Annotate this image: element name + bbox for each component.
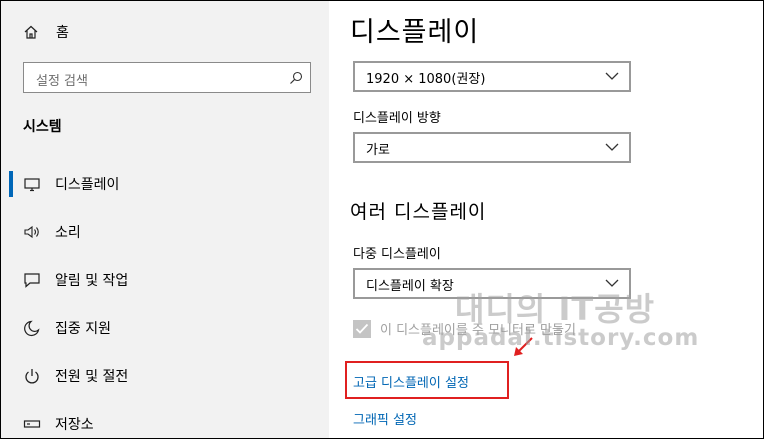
sidebar-item-storage[interactable]: 저장소 [1,403,329,443]
search-placeholder: 설정 검색 [36,74,88,89]
chevron-down-icon [605,143,619,151]
resolution-dropdown[interactable]: 1920 × 1080(권장) [353,61,631,92]
graphics-settings-link[interactable]: 그래픽 설정 [353,409,417,428]
orientation-dropdown[interactable]: 가로 [353,132,631,163]
sidebar-item-sound[interactable]: 소리 [1,211,329,251]
sidebar-item-focus-assist[interactable]: 집중 지원 [1,307,329,347]
page-title: 디스플레이 [350,17,480,48]
sidebar-item-notifications[interactable]: 알림 및 작업 [1,259,329,299]
highlight-box [345,361,509,399]
active-indicator [9,171,13,197]
sidebar-item-label: 디스플레이 [55,177,120,193]
checkmark-icon [355,323,369,334]
watermark-title: 대디의 IT공방 [455,290,656,328]
sidebar-item-label: 저장소 [55,417,94,433]
speaker-icon [24,225,39,239]
sidebar: 홈 설정 검색 시스템 디스플레이 소리 알림 및 작업 집중 지원 전원 및 … [1,1,329,438]
orientation-value: 가로 [366,143,390,158]
power-icon [25,369,39,384]
search-icon[interactable] [289,71,303,85]
sidebar-item-label: 알림 및 작업 [55,273,129,289]
monitor-icon [24,178,40,192]
watermark-url: appadal.tistory.com [422,325,700,351]
storage-icon [23,420,41,428]
multi-display-label: 다중 디스플레이 [353,247,441,262]
resolution-value: 1920 × 1080(권장) [366,72,486,87]
checkbox-box[interactable] [353,319,371,338]
orientation-label: 디스플레이 방향 [353,111,441,126]
home-label: 홈 [56,25,69,41]
section-title: 시스템 [23,119,62,135]
search-input[interactable]: 설정 검색 [23,62,311,93]
notification-icon [24,273,40,288]
multi-display-heading: 여러 디스플레이 [350,201,487,223]
sidebar-item-power[interactable]: 전원 및 절전 [1,355,329,395]
sidebar-item-label: 집중 지원 [55,321,111,337]
sidebar-item-label: 소리 [55,225,81,241]
multi-display-value: 디스플레이 확장 [366,279,454,294]
home-icon [24,25,38,39]
moon-icon [24,320,40,337]
chevron-down-icon [605,72,619,80]
home-link[interactable]: 홈 [23,22,69,42]
sidebar-item-display[interactable]: 디스플레이 [1,163,329,203]
sidebar-item-label: 전원 및 절전 [55,369,129,385]
